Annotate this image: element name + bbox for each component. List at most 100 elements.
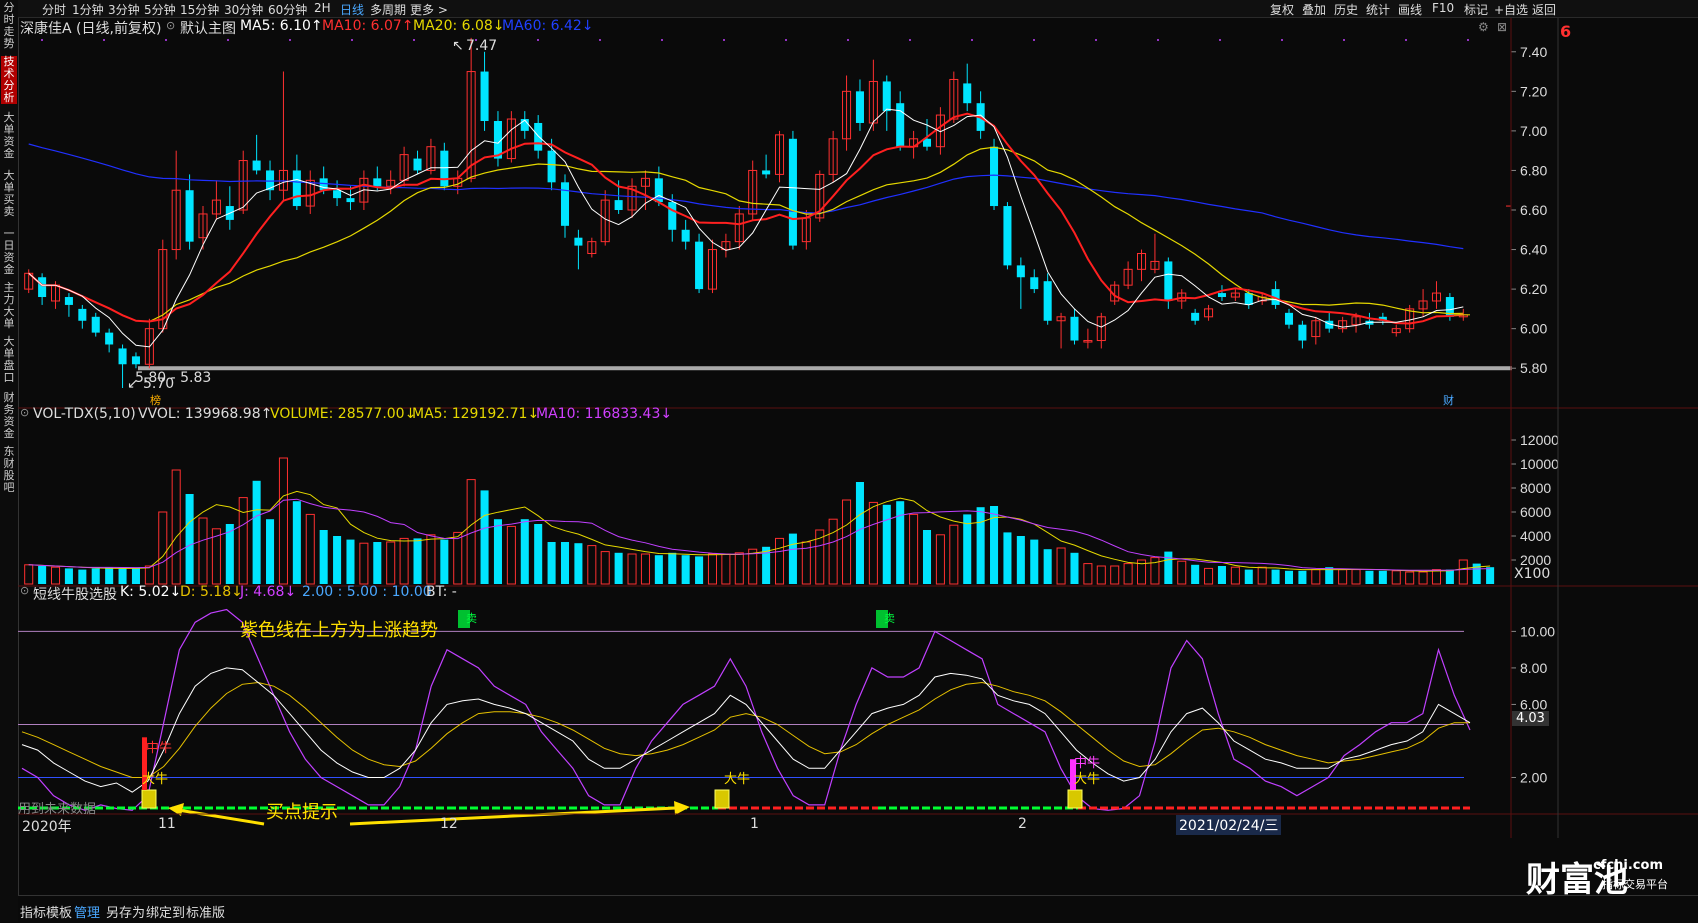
- tool-button-4[interactable]: 画线: [1398, 1, 1422, 18]
- volume-bar: [587, 545, 597, 585]
- bottom-tab-1[interactable]: 模板: [46, 902, 72, 921]
- candle-body: [963, 83, 972, 104]
- volume-bar: [292, 501, 301, 584]
- tool-button-6[interactable]: 标记: [1464, 1, 1488, 18]
- left-tab-3[interactable]: 大单买卖: [1, 170, 17, 218]
- volume-bar: [1070, 552, 1079, 584]
- volume-bar: [695, 556, 704, 584]
- left-tab-5[interactable]: 主力大单: [1, 282, 17, 330]
- volume-bar: [909, 513, 919, 585]
- tool-button-5[interactable]: F10: [1432, 1, 1454, 15]
- left-tab-6[interactable]: 大单盘口: [1, 336, 17, 384]
- candle-body: [1016, 265, 1025, 278]
- period-tab-9[interactable]: 多周期: [370, 1, 406, 18]
- template-name[interactable]: 默认主图: [180, 18, 236, 38]
- tool-button-3[interactable]: 统计: [1366, 1, 1390, 18]
- vol-toggle-icon[interactable]: ⊙: [20, 406, 29, 419]
- ind-name[interactable]: 短线牛股选股: [33, 584, 117, 604]
- settings-gear-icon[interactable]: ⚙: [1478, 20, 1489, 34]
- volume-bar: [949, 524, 959, 585]
- volume-bar: [440, 539, 449, 584]
- vol-axis-label: 4000: [1520, 528, 1551, 544]
- tool-button-0[interactable]: 复权: [1270, 1, 1294, 18]
- volume-bar: [346, 539, 355, 584]
- price-axis-label: 6.40: [1520, 242, 1547, 258]
- price-axis-label: 7.20: [1520, 83, 1547, 99]
- candle-body: [990, 146, 999, 207]
- period-tab-1[interactable]: 1分钟: [72, 1, 104, 18]
- volume-bar: [413, 538, 422, 584]
- bottom-tab-4[interactable]: 绑定到: [146, 902, 185, 921]
- period-tab-5[interactable]: 30分钟: [224, 1, 263, 18]
- left-tab-8[interactable]: 东财股吧: [1, 446, 17, 494]
- left-tab-0[interactable]: 分时走势: [1, 2, 17, 50]
- volume-bar: [185, 494, 194, 584]
- price-axis-label: 7.00: [1520, 123, 1547, 139]
- volume-bar: [131, 568, 140, 584]
- volume-bar: [171, 469, 181, 585]
- d-value: D: 5.18↓: [180, 584, 243, 600]
- tool-button-7[interactable]: +自选: [1494, 1, 1528, 18]
- vol-indicator-name[interactable]: VOL-TDX(5,10): [33, 406, 136, 422]
- left-tab-7[interactable]: 财务资金: [1, 392, 17, 440]
- candle-body: [534, 122, 543, 151]
- finance-mark-icon[interactable]: 财: [1443, 392, 1454, 408]
- purple-line-note: 紫色线在上方为上涨趋势: [240, 620, 438, 641]
- vol-unit: X100: [1514, 566, 1551, 582]
- tool-button-2[interactable]: 历史: [1334, 1, 1358, 18]
- volume-bar: [278, 457, 288, 585]
- volume-bar: [668, 552, 677, 584]
- cursor-date: 2021/02/24/三: [1176, 815, 1282, 835]
- candle-body: [560, 182, 570, 226]
- marker-dot: [41, 39, 43, 41]
- volume-bar: [654, 555, 663, 584]
- low-arrow-icon: ↙: [127, 376, 139, 392]
- bottom-tab-0[interactable]: 指标: [20, 902, 46, 921]
- volume-bar: [1458, 559, 1468, 585]
- period-tab-6[interactable]: 60分钟: [268, 1, 307, 18]
- volume-bar: [1257, 566, 1267, 585]
- candle-body: [574, 237, 583, 246]
- marker-dot: [971, 39, 973, 41]
- period-tab-4[interactable]: 15分钟: [180, 1, 219, 18]
- candle-body: [1244, 293, 1253, 305]
- big-bull-label: 大牛: [724, 772, 751, 787]
- close-panel-icon[interactable]: ⊠: [1497, 20, 1507, 34]
- left-tab-4[interactable]: 一日资金: [1, 228, 17, 276]
- ma60-value: MA60: 6.42↓: [502, 18, 594, 34]
- tool-button-8[interactable]: 返回: [1532, 1, 1556, 18]
- marker-dot: [1467, 39, 1469, 41]
- price-panel: 7.40 7.20 7.00 6.80 6.60 6.40 6.20 6.00 5.80: [24, 37, 1547, 388]
- bottom-tab-2[interactable]: 管理: [74, 902, 100, 921]
- brand-site: cfchi.com: [1593, 858, 1663, 873]
- left-tab-2[interactable]: 大单资金: [1, 112, 17, 160]
- volume-bar: [600, 551, 610, 585]
- period-tab-2[interactable]: 3分钟: [108, 1, 140, 18]
- candle-body: [1191, 312, 1200, 321]
- bottom-toolbar: 指标 模板 管理 另存为 绑定到 标准版: [18, 895, 1698, 923]
- period-tab-10[interactable]: 更多 >: [410, 1, 448, 18]
- volume-bar: [1030, 539, 1039, 584]
- period-tab-8[interactable]: 日线: [340, 1, 364, 18]
- kline-chart[interactable]: 7.407.207.006.806.606.406.206.005.80 120…: [18, 18, 1698, 895]
- volume-bar: [1003, 532, 1012, 584]
- period-tab-3[interactable]: 5分钟: [144, 1, 176, 18]
- tool-button-1[interactable]: 叠加: [1302, 1, 1326, 18]
- bottom-tab-5[interactable]: 标准版: [186, 902, 225, 921]
- vol-ma5-line: [28, 490, 1491, 572]
- j-value: J: 4.68↓: [240, 584, 297, 600]
- volume-bar: [1378, 570, 1387, 584]
- period-tab-0[interactable]: 分时: [42, 1, 66, 18]
- candle-body: [91, 316, 100, 333]
- bottom-tab-3[interactable]: 另存为: [106, 902, 145, 921]
- volume-bar: [855, 482, 864, 584]
- brand-tag: 指标交易平台: [1602, 878, 1668, 891]
- volume-bar: [574, 543, 583, 584]
- period-tab-7[interactable]: 2H: [314, 1, 331, 15]
- ind-toggle-icon[interactable]: ⊙: [20, 584, 29, 597]
- template-dropdown-icon[interactable]: ⊙: [166, 19, 175, 32]
- volume-bar: [386, 541, 396, 585]
- volume-bar: [1177, 560, 1187, 585]
- left-tab-1[interactable]: 技术分析: [1, 56, 17, 104]
- candle-body: [64, 297, 73, 305]
